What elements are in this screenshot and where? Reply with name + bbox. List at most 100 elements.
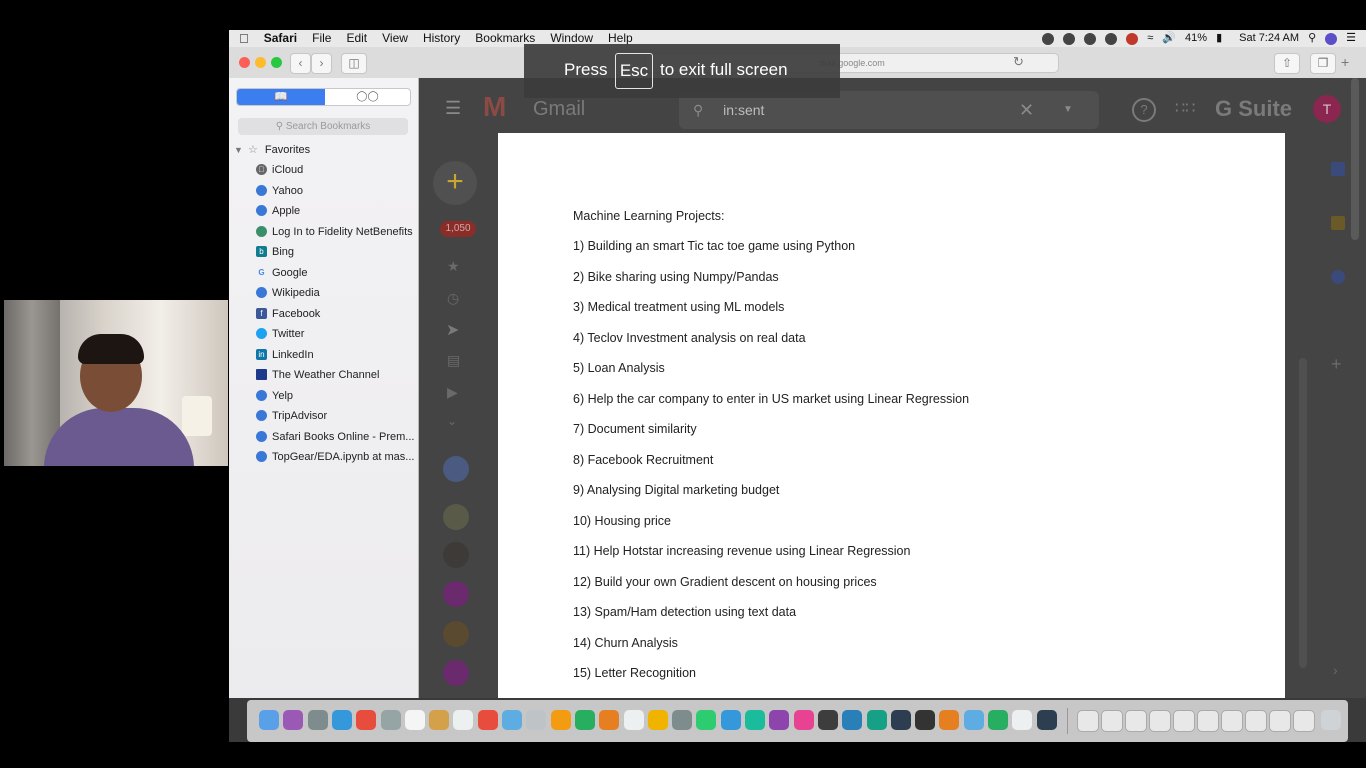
- share-button[interactable]: ⇧: [1274, 53, 1300, 74]
- close-window-button[interactable]: [239, 57, 250, 68]
- tabs-overview-button[interactable]: ❐: [1310, 53, 1336, 74]
- new-tab-icon[interactable]: +: [1341, 54, 1349, 70]
- volume-icon[interactable]: 🔊: [1162, 30, 1176, 47]
- status-cloud-icon[interactable]: [1105, 32, 1118, 45]
- contact-avatar[interactable]: [443, 504, 469, 530]
- dock-app-icon[interactable]: [331, 710, 352, 730]
- trash-icon[interactable]: [1321, 710, 1341, 730]
- dock-app-icon[interactable]: [1036, 710, 1057, 730]
- dock-app-icon[interactable]: [429, 710, 450, 730]
- dock-app-icon[interactable]: [380, 710, 401, 730]
- apps-grid-icon[interactable]: ∷∷: [1175, 98, 1195, 118]
- dock-app-icon[interactable]: [696, 710, 717, 730]
- status-skype-icon[interactable]: [1084, 32, 1097, 45]
- back-button[interactable]: ‹: [290, 53, 311, 74]
- dock-app-icon[interactable]: [963, 710, 984, 730]
- bookmarks-search-field[interactable]: ⚲ Search Bookmarks: [238, 118, 408, 135]
- hamburger-menu-icon[interactable]: ☰: [445, 98, 461, 119]
- dock-app-icon[interactable]: [283, 710, 304, 730]
- disclosure-triangle-icon[interactable]: ▼: [234, 145, 243, 155]
- dock-app-icon[interactable]: [647, 710, 668, 730]
- compose-button[interactable]: +: [433, 161, 477, 205]
- contact-avatar[interactable]: [443, 581, 469, 607]
- battery-icon[interactable]: ▮: [1216, 30, 1222, 47]
- account-avatar[interactable]: T: [1313, 95, 1341, 123]
- dock-app-icon[interactable]: [599, 710, 620, 730]
- keep-icon[interactable]: [1331, 216, 1345, 230]
- dock-file-icon[interactable]: [1197, 710, 1219, 732]
- more-chevron-icon[interactable]: ⌄: [447, 414, 457, 428]
- minimize-window-button[interactable]: [255, 57, 266, 68]
- contact-avatar[interactable]: [443, 621, 469, 647]
- dock-file-icon[interactable]: [1077, 710, 1099, 732]
- dock-app-icon[interactable]: [307, 710, 328, 730]
- dock-app-icon[interactable]: [890, 710, 911, 730]
- bookmarks-tab[interactable]: 📖: [237, 89, 325, 105]
- dock-file-icon[interactable]: [1269, 710, 1291, 732]
- clear-search-icon[interactable]: ✕: [1019, 91, 1034, 129]
- contact-avatar[interactable]: [443, 660, 469, 686]
- reading-list-tab[interactable]: ◯◯: [325, 89, 410, 105]
- siri-icon[interactable]: [1325, 32, 1338, 45]
- sent-icon[interactable]: ➤: [446, 320, 459, 340]
- dock-app-icon[interactable]: [404, 710, 425, 730]
- menu-file[interactable]: File: [312, 30, 331, 47]
- add-addon-icon[interactable]: +: [1331, 354, 1342, 375]
- reload-icon[interactable]: ↻: [1013, 54, 1024, 70]
- fullscreen-window-button[interactable]: [271, 57, 282, 68]
- clock[interactable]: Sat 7:24 AM: [1239, 30, 1299, 47]
- forward-button[interactable]: ›: [311, 53, 332, 74]
- apple-menu-icon[interactable]: : [239, 30, 249, 47]
- calendar-icon[interactable]: [1331, 162, 1345, 176]
- dock-file-icon[interactable]: [1221, 710, 1243, 732]
- dock-app-icon[interactable]: [477, 710, 498, 730]
- dock-file-icon[interactable]: [1101, 710, 1123, 732]
- dock-app-icon[interactable]: [259, 710, 279, 730]
- expand-panel-icon[interactable]: ›: [1333, 662, 1338, 678]
- menu-edit[interactable]: Edit: [346, 30, 367, 47]
- dock-app-icon[interactable]: [550, 710, 571, 730]
- notification-center-icon[interactable]: ☰: [1346, 30, 1356, 47]
- status-app-icon[interactable]: [1126, 32, 1139, 45]
- sidebar-toggle-button[interactable]: ◫: [341, 53, 367, 74]
- dock-app-icon[interactable]: [453, 710, 474, 730]
- dock-app-icon[interactable]: [793, 710, 814, 730]
- search-options-icon[interactable]: ▼: [1063, 91, 1073, 129]
- dock-file-icon[interactable]: [1173, 710, 1195, 732]
- help-icon[interactable]: ?: [1132, 98, 1156, 122]
- menu-app-name[interactable]: Safari: [264, 30, 297, 47]
- dock-app-icon[interactable]: [574, 710, 595, 730]
- status-record-icon[interactable]: [1063, 32, 1076, 45]
- tasks-icon[interactable]: [1331, 270, 1345, 284]
- dock-app-icon[interactable]: [526, 710, 547, 730]
- menu-view[interactable]: View: [382, 30, 408, 47]
- dock-app-icon[interactable]: [745, 710, 765, 730]
- dock-app-icon[interactable]: [502, 710, 522, 730]
- gmail-logo-icon[interactable]: M: [483, 93, 519, 121]
- status-globe-icon[interactable]: [1042, 32, 1055, 45]
- dock-app-icon[interactable]: [356, 710, 377, 730]
- dock-app-icon[interactable]: [623, 710, 644, 730]
- dock-app-icon[interactable]: [915, 710, 936, 730]
- dock-app-icon[interactable]: [672, 710, 693, 730]
- dock-file-icon[interactable]: [1293, 710, 1315, 732]
- spotlight-search-icon[interactable]: ⚲: [1308, 30, 1316, 47]
- dock-file-icon[interactable]: [1149, 710, 1171, 732]
- wifi-icon[interactable]: ≈: [1147, 30, 1153, 47]
- dock-file-icon[interactable]: [1245, 710, 1267, 732]
- favorites-folder[interactable]: ▼ ☆ Favorites: [234, 142, 310, 158]
- dock-app-icon[interactable]: [817, 710, 838, 730]
- starred-icon[interactable]: ★: [447, 258, 460, 275]
- menu-history[interactable]: History: [423, 30, 460, 47]
- dock-app-icon[interactable]: [866, 710, 887, 730]
- dock-app-icon[interactable]: [988, 710, 1008, 730]
- dock-app-icon[interactable]: [1012, 710, 1033, 730]
- contact-avatar[interactable]: [443, 542, 469, 568]
- snoozed-icon[interactable]: ◷: [447, 290, 459, 307]
- dock-file-icon[interactable]: [1125, 710, 1147, 732]
- dock-app-icon[interactable]: [842, 710, 863, 730]
- dock-app-icon[interactable]: [939, 710, 960, 730]
- page-scrollbar[interactable]: [1351, 78, 1359, 240]
- dock-app-icon[interactable]: [720, 710, 741, 730]
- battery-percent[interactable]: 41%: [1185, 30, 1207, 47]
